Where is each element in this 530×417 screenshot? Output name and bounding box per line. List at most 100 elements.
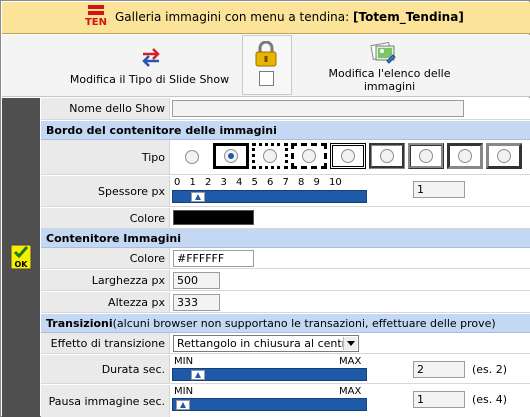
thickness-tick-label: 7 [282,177,289,188]
transition-effect-value: Rettangolo in chiusura al centro [177,337,353,350]
thickness-tick-label: 8 [298,177,305,188]
show-name-input[interactable] [172,100,464,117]
container-section-header: Contenitore Immagini [41,229,530,248]
ten-logo-icon: TEN [84,5,108,32]
slider-thumb[interactable] [176,400,190,410]
border-type-option-solid[interactable] [213,143,249,169]
duration-slider[interactable] [172,368,367,381]
border-type-option-ridge[interactable] [408,143,444,169]
duration-row: Durata sec. MIN MAX 2 (es. 2) [41,355,530,384]
border-thickness-input[interactable]: 1 [413,181,465,198]
pause-example: (es. 4) [472,393,508,406]
border-thickness-label: Spessore px [41,176,170,206]
title-bar: TEN Galleria immagini con menu a tendina… [2,2,530,34]
thickness-tick-label: 0 [174,177,181,188]
title-show-name: [Totem_Tendina] [353,10,464,24]
duration-label: Durata sec. [41,355,170,383]
toolbar: Modifica il Tipo di Slide Show Modifica … [2,35,530,97]
border-type-radio-dashed[interactable] [302,149,316,163]
pause-label: Pausa immagine sec. [41,385,170,417]
border-type-radio-inset[interactable] [458,149,472,163]
thickness-tick-label: 4 [236,177,243,188]
duration-input[interactable]: 2 [413,361,465,378]
thickness-tick-label: 3 [220,177,227,188]
border-type-radio-groove[interactable] [380,149,394,163]
border-type-label: Tipo [41,140,170,174]
duration-min-label: MIN [174,356,194,367]
border-type-option-dotted[interactable] [252,143,288,169]
ok-label: OK [15,260,29,269]
change-slideshow-type-button[interactable]: Modifica il Tipo di Slide Show [57,35,242,97]
pause-min-label: MIN [174,386,194,397]
border-color-row: Colore [41,208,530,229]
border-thickness-slider[interactable] [172,190,367,203]
left-strip: OK [2,98,40,417]
container-color-input[interactable]: #FFFFFF [173,250,254,267]
border-type-option-outset[interactable] [486,143,522,169]
border-type-radio-solid[interactable] [224,149,238,163]
duration-example: (es. 2) [472,363,508,376]
swap-arrows-icon [142,48,160,67]
edit-image-list-button[interactable]: Modifica l'elenco delle immagini [302,35,477,97]
border-section-header: Bordo del contenitore delle immagini [41,121,530,140]
height-input[interactable]: 333 [173,294,220,311]
border-type-radio-ridge[interactable] [419,149,433,163]
thickness-tick-label: 5 [251,177,258,188]
chevron-down-icon[interactable] [343,337,357,350]
height-row: Altezza px 333 [41,292,530,313]
thickness-tick-label: 9 [313,177,320,188]
ok-button[interactable]: OK [10,244,32,270]
border-color-label: Colore [41,208,170,228]
title-prefix: Galleria immagini con menu a tendina: [115,10,353,24]
border-type-row: Tipo [41,140,530,175]
width-label: Larghezza px [41,270,170,290]
ten-logo-text: TEN [84,17,108,28]
transitions-section-note: (alcuni browser non supportano le transa… [112,316,496,330]
transitions-section-title: Transizioni [46,316,113,330]
pause-input[interactable]: 1 [413,391,465,408]
width-input[interactable]: 500 [173,272,220,289]
pause-slider[interactable] [172,398,367,411]
container-color-label: Colore [41,248,170,268]
border-type-options [172,140,530,174]
border-type-option-dashed[interactable] [291,143,327,169]
duration-max-label: MAX [339,356,362,367]
border-type-radio-double[interactable] [341,149,355,163]
border-type-option-inset[interactable] [447,143,483,169]
border-section-title: Bordo del contenitore delle immagini [46,123,277,137]
lock-panel [242,35,292,95]
border-type-option-groove[interactable] [369,143,405,169]
window: TEN Galleria immagini con menu a tendina… [0,0,530,417]
settings-form: Nome dello Show Bordo del contenitore de… [41,98,530,417]
height-label: Altezza px [41,292,170,312]
border-color-swatch[interactable] [173,210,254,225]
border-thickness-row: Spessore px 0 1 2 3 4 5 6 7 8 9 10 1 [41,176,530,207]
lock-checkbox[interactable] [259,71,274,86]
transition-effect-label: Effetto di transizione [41,333,170,353]
border-type-option-double[interactable] [330,143,366,169]
page-title: Galleria immagini con menu a tendina: [T… [115,10,464,24]
transition-effect-row: Effetto di transizione Rettangolo in chi… [41,333,530,354]
images-edit-icon [370,41,396,64]
transitions-section-header: Transizioni (alcuni browser non supporta… [41,314,530,333]
border-type-radio-dotted[interactable] [263,149,277,163]
thickness-tick-label: 2 [205,177,212,188]
change-slideshow-type-label: Modifica il Tipo di Slide Show [69,73,230,86]
width-row: Larghezza px 500 [41,270,530,291]
container-color-row: Colore #FFFFFF [41,248,530,269]
border-type-radio-outset[interactable] [497,149,511,163]
padlock-icon [255,41,277,67]
pause-row: Pausa immagine sec. MIN MAX 1 (es. 4) [41,385,530,417]
pause-max-label: MAX [339,386,362,397]
thickness-tick-label: 10 [329,177,342,188]
transition-effect-select[interactable]: Rettangolo in chiusura al centro [173,335,359,352]
slider-thumb[interactable] [191,192,205,202]
border-type-radio-none[interactable] [185,150,199,164]
container-section-title: Contenitore Immagini [46,231,181,245]
show-name-label: Nome dello Show [41,98,170,119]
edit-image-list-label: Modifica l'elenco delle immagini [328,67,451,93]
thickness-scale: 0 1 2 3 4 5 6 7 8 9 10 [174,177,374,189]
thickness-tick-label: 6 [267,177,274,188]
show-name-row: Nome dello Show [41,98,530,120]
slider-thumb[interactable] [191,370,205,380]
